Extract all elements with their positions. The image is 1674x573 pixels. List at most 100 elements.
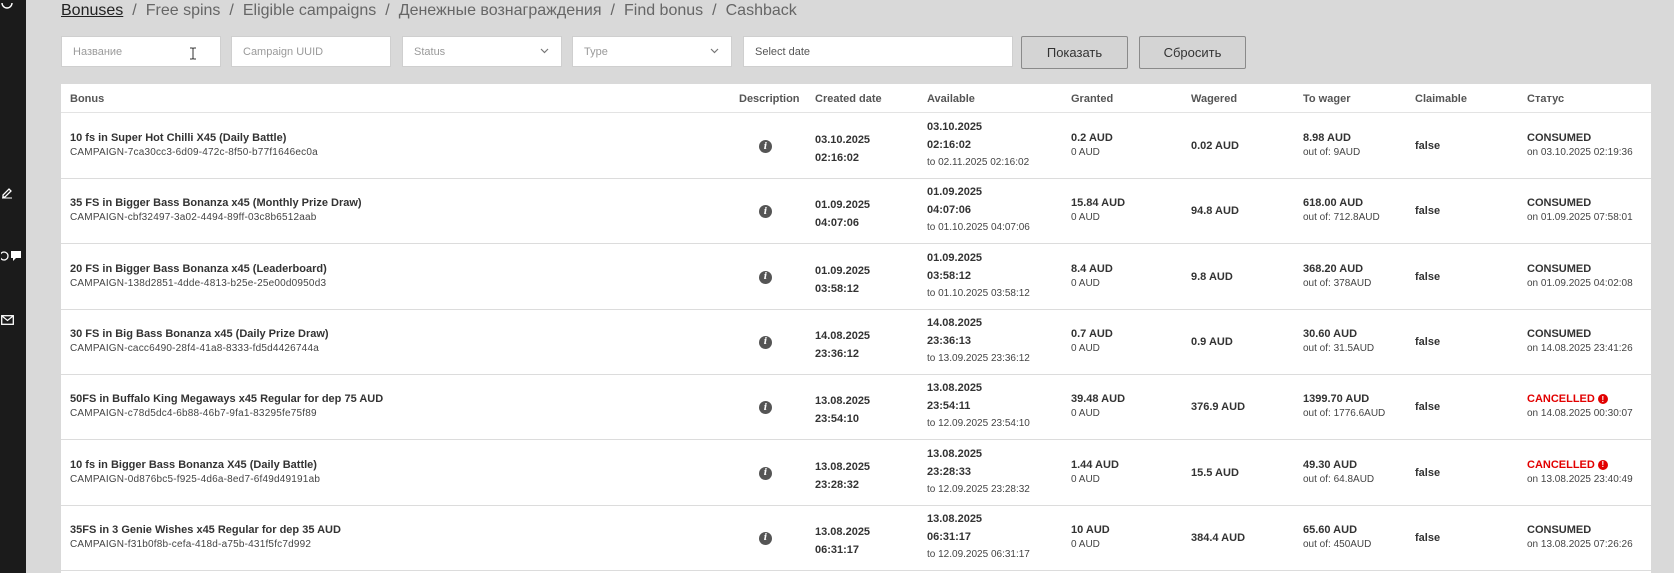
campaign-id: CAMPAIGN-138d2851-4dde-4813-b25e-25e00d0… (70, 277, 327, 289)
breadcrumb-separator: / (229, 2, 234, 19)
available-to: to 02.11.2025 02:16:02 (927, 157, 1030, 168)
mail-icon[interactable] (0, 313, 14, 327)
granted-cell: 10 AUD 0 AUD (1071, 524, 1110, 550)
available-cell: 13.08.2025 06:31:17 to 12.09.2025 06:31:… (927, 510, 1030, 564)
created-date: 01.09.2025 (815, 264, 871, 277)
alert-icon[interactable]: ! (1597, 459, 1608, 470)
wagered-value: 384.4 AUD (1191, 531, 1246, 544)
reset-button[interactable]: Сбросить (1139, 36, 1246, 69)
info-icon[interactable]: i (759, 335, 772, 349)
column-granted: Granted (1071, 92, 1114, 105)
breadcrumb-separator: / (132, 2, 137, 19)
wagered-value: 0.9 AUD (1191, 335, 1233, 348)
created-date-cell: 01.09.2025 04:07:06 (815, 196, 870, 232)
granted-sub: 0 AUD (1071, 212, 1100, 224)
alert-icon[interactable]: ! (1597, 394, 1608, 405)
status-label: CONSUMED (1527, 262, 1592, 275)
to-wager-sub: out of: 450AUD (1303, 538, 1372, 550)
to-wager-sub: out of: 31.5AUD (1303, 342, 1375, 354)
to-wager-value: 368.20 AUD (1303, 262, 1364, 275)
show-button[interactable]: Показать (1021, 36, 1128, 69)
claimable-value: false (1415, 270, 1441, 283)
info-icon[interactable]: i (759, 531, 772, 545)
available-date: 13.08.2025 (927, 512, 983, 525)
info-icon[interactable]: i (759, 270, 772, 284)
granted-value: 0.7 AUD (1071, 327, 1113, 340)
available-time: 23:36:13 (927, 334, 972, 347)
available-cell: 01.09.2025 03:58:12 to 01.10.2025 03:58:… (927, 249, 1030, 303)
name-filter[interactable] (61, 36, 221, 67)
breadcrumb-bonuses[interactable]: Bonuses (61, 2, 123, 20)
table-row[interactable]: 20 FS in Bigger Bass Bonanza x45 (Leader… (61, 245, 1651, 310)
available-to: to 12.09.2025 06:31:17 (927, 548, 1030, 560)
bonus-name: 20 FS in Bigger Bass Bonanza x45 (Leader… (70, 262, 327, 275)
available-time: 02:16:02 (927, 139, 972, 151)
chat-icon[interactable] (0, 249, 24, 263)
to-wager-sub: out of: 378AUD (1303, 277, 1372, 289)
available-date: 01.09.2025 (927, 186, 983, 199)
granted-cell: 1.44 AUD 0 AUD (1071, 459, 1119, 485)
breadcrumb-eligible-campaigns[interactable]: Eligible campaigns (243, 2, 376, 20)
table-row[interactable]: 50FS in Buffalo King Megaways x45 Regula… (61, 375, 1651, 441)
granted-value: 8.4 AUD (1071, 262, 1113, 275)
bonus-name: 35 FS in Bigger Bass Bonanza x45 (Monthl… (70, 197, 362, 210)
available-to: to 01.10.2025 04:07:06 (927, 222, 1030, 234)
info-icon[interactable]: i (759, 466, 772, 480)
campaign-uuid-filter[interactable] (231, 36, 391, 67)
bonus-cell: 10 fs in Bigger Bass Bonanza X45 (Daily … (70, 459, 320, 485)
to-wager-sub: out of: 1776.6AUD (1303, 408, 1386, 420)
breadcrumb-find-bonus[interactable]: Find bonus (624, 2, 703, 20)
status-date: on 13.08.2025 23:40:49 (1527, 473, 1633, 485)
table-row[interactable]: 35FS in 3 Genie Wishes x45 Regular for d… (61, 506, 1651, 571)
info-icon[interactable]: i (759, 140, 772, 153)
to-wager-sub: out of: 9AUD (1303, 147, 1361, 158)
available-date: 13.08.2025 (927, 382, 983, 395)
info-icon[interactable]: i (759, 401, 772, 415)
to-wager-value: 1399.70 AUD (1303, 393, 1370, 406)
table-row[interactable]: 10 fs in Bigger Bass Bonanza X45 (Daily … (61, 441, 1651, 506)
table-row[interactable]: 10 fs in Super Hot Chilli X45 (Daily Bat… (61, 114, 1651, 179)
status-cell: CONSUMED on 14.08.2025 23:41:26 (1527, 328, 1633, 354)
granted-sub: 0 AUD (1071, 408, 1100, 420)
available-to: to 12.09.2025 23:28:32 (927, 483, 1030, 495)
chevron-down-icon (710, 48, 719, 54)
status-date: on 03.10.2025 02:19:36 (1527, 147, 1633, 158)
table-row[interactable]: 35 FS in Bigger Bass Bonanza x45 (Monthl… (61, 179, 1651, 245)
table-header: Bonus Description Created date Available… (61, 84, 1651, 113)
available-time: 03:58:12 (927, 269, 972, 282)
status-select[interactable]: Status (402, 36, 562, 67)
bonus-table: Bonus Description Created date Available… (61, 84, 1651, 573)
type-select[interactable]: Type (572, 36, 732, 67)
available-to: to 13.09.2025 23:36:12 (927, 352, 1030, 364)
edit-icon[interactable] (0, 186, 14, 200)
available-date: 13.08.2025 (927, 447, 983, 460)
bonus-name: 10 fs in Bigger Bass Bonanza X45 (Daily … (70, 458, 317, 471)
name-input[interactable] (73, 45, 220, 58)
date-filter[interactable]: Select date (743, 36, 1013, 67)
wagered-value: 15.5 AUD (1191, 466, 1239, 479)
breadcrumb-cashback[interactable]: Cashback (726, 2, 797, 20)
campaign-uuid-input[interactable] (243, 45, 390, 58)
bonus-cell: 35FS in 3 Genie Wishes x45 Regular for d… (70, 524, 341, 550)
breadcrumb-cash-rewards[interactable]: Денежные вознаграждения (399, 2, 602, 20)
claimable-value: false (1415, 205, 1441, 218)
bonus-name: 10 fs in Super Hot Chilli X45 (Daily Bat… (70, 132, 287, 144)
claimable-value: false (1415, 140, 1441, 152)
status-cell: CONSUMED on 03.10.2025 02:19:36 (1527, 132, 1633, 158)
refresh-icon[interactable] (0, 0, 14, 14)
created-date: 14.08.2025 (815, 329, 871, 342)
to-wager-value: 65.60 AUD (1303, 523, 1358, 536)
status-cell: CONSUMED on 01.09.2025 07:58:01 (1527, 197, 1633, 223)
granted-value: 39.48 AUD (1071, 393, 1126, 406)
available-to: to 12.09.2025 23:54:10 (927, 418, 1030, 430)
to-wager-value: 49.30 AUD (1303, 458, 1358, 471)
to-wager-cell: 49.30 AUD out of: 64.8AUD (1303, 459, 1374, 485)
breadcrumb: Bonuses / Free spins / Eligible campaign… (61, 0, 797, 22)
table-row[interactable]: 30 FS in Big Bass Bonanza x45 (Daily Pri… (61, 310, 1651, 375)
status-label: CONSUMED (1527, 132, 1592, 144)
info-icon[interactable]: i (759, 205, 772, 219)
breadcrumb-separator: / (712, 2, 717, 19)
created-time: 02:16:02 (815, 152, 860, 164)
breadcrumb-free-spins[interactable]: Free spins (146, 2, 221, 20)
campaign-id: CAMPAIGN-cbf32497-3a02-4494-89ff-03c8b65… (70, 212, 317, 224)
